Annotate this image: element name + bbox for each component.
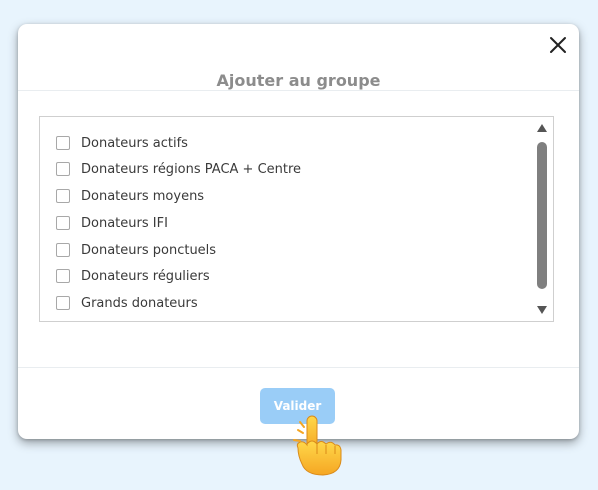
checkbox[interactable]	[56, 136, 70, 150]
scroll-thumb[interactable]	[537, 142, 547, 289]
group-option-donateurs-reguliers[interactable]: Donateurs réguliers	[56, 265, 210, 287]
group-option-label: Donateurs actifs	[81, 135, 188, 151]
group-option-label: Grands donateurs	[81, 295, 198, 311]
checkbox[interactable]	[56, 162, 70, 176]
checkbox[interactable]	[56, 296, 70, 310]
checkbox[interactable]	[56, 243, 70, 257]
group-option-donateurs-actifs[interactable]: Donateurs actifs	[56, 132, 188, 154]
checkbox[interactable]	[56, 189, 70, 203]
checkbox[interactable]	[56, 269, 70, 283]
group-option-label: Donateurs réguliers	[81, 268, 210, 284]
group-option-donateurs-moyens[interactable]: Donateurs moyens	[56, 185, 204, 207]
add-to-group-dialog: Ajouter au groupe Donateurs actifs Donat…	[18, 24, 579, 439]
group-option-donateurs-ifi[interactable]: Donateurs IFI	[56, 212, 168, 234]
header-divider	[18, 90, 579, 91]
group-list[interactable]: Donateurs actifs Donateurs régions PACA …	[39, 116, 554, 322]
close-icon[interactable]	[547, 34, 569, 56]
group-option-donateurs-regions-paca-centre[interactable]: Donateurs régions PACA + Centre	[56, 158, 301, 180]
scroll-up-arrow-icon[interactable]	[536, 123, 548, 133]
footer-divider	[18, 367, 579, 368]
checkbox[interactable]	[56, 216, 70, 230]
group-option-grands-donateurs[interactable]: Grands donateurs	[56, 292, 198, 314]
dialog-title: Ajouter au groupe	[216, 71, 381, 90]
scroll-down-arrow-icon[interactable]	[536, 305, 548, 315]
group-option-donateurs-ponctuels[interactable]: Donateurs ponctuels	[56, 239, 216, 261]
group-option-label: Donateurs régions PACA + Centre	[81, 161, 302, 177]
pointer-hand-icon	[293, 415, 342, 476]
group-option-label: Donateurs moyens	[81, 188, 205, 204]
list-scrollbar[interactable]	[535, 121, 549, 317]
group-option-label: Donateurs ponctuels	[81, 242, 217, 258]
group-option-label: Donateurs IFI	[81, 215, 168, 231]
